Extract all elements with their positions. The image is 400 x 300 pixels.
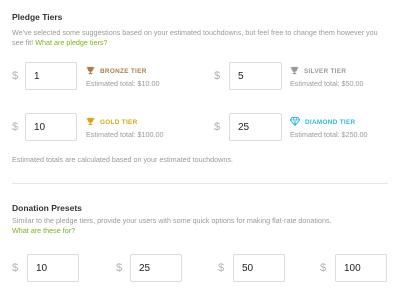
- estimate-label: Estimated total:: [86, 79, 136, 88]
- estimate-value: $50.00: [341, 79, 364, 88]
- estimate-value: $250.00: [341, 130, 368, 139]
- currency-symbol: $: [214, 70, 221, 82]
- gold-tier-estimate: Estimated total: $100.00: [86, 130, 164, 139]
- diamond-tier-label: DIAMOND TIER: [289, 117, 356, 128]
- trophy-icon: [86, 66, 95, 77]
- pledge-tiers-help-link[interactable]: What are pledge tiers?: [35, 38, 107, 47]
- currency-symbol: $: [218, 262, 225, 274]
- currency-symbol: $: [116, 262, 123, 274]
- section-divider: [12, 183, 388, 184]
- silver-tier-label: SILVER TIER: [290, 66, 346, 77]
- currency-symbol: $: [12, 70, 19, 82]
- estimate-label: Estimated total:: [290, 130, 340, 139]
- bronze-tier-estimate: Estimated total: $10.00: [86, 79, 160, 88]
- pledge-tiers-title: Pledge Tiers: [12, 12, 63, 22]
- currency-symbol: $: [12, 262, 19, 274]
- donation-preset-4-input[interactable]: [335, 254, 387, 282]
- donation-presets-help-link[interactable]: What are these for?: [12, 226, 75, 235]
- estimate-value: $100.00: [137, 130, 164, 139]
- estimate-value: $10.00: [137, 79, 160, 88]
- estimate-label: Estimated total:: [86, 130, 136, 139]
- donation-preset-2-input[interactable]: [130, 254, 182, 282]
- bronze-tier-amount-input[interactable]: [25, 62, 77, 90]
- trophy-icon: [290, 66, 299, 77]
- diamond-tier-name: DIAMOND TIER: [305, 119, 356, 126]
- donation-presets-title: Donation Presets: [12, 203, 82, 213]
- trophy-icon: [86, 117, 95, 128]
- diamond-tier-amount-input[interactable]: [229, 113, 282, 141]
- donation-presets-description: Similar to the pledge tiers, provide you…: [12, 216, 390, 236]
- donation-presets-description-text: Similar to the pledge tiers, provide you…: [12, 216, 332, 225]
- gold-tier-name: GOLD TIER: [100, 119, 138, 126]
- currency-symbol: $: [320, 262, 327, 274]
- diamond-icon: [289, 117, 301, 128]
- currency-symbol: $: [214, 121, 221, 133]
- pledge-tiers-footnote: Estimated totals are calculated based on…: [12, 155, 233, 164]
- donation-preset-3-input[interactable]: [233, 254, 285, 282]
- pledge-tiers-description: We've selected some suggestions based on…: [12, 28, 390, 48]
- diamond-tier-estimate: Estimated total: $250.00: [290, 130, 368, 139]
- gold-tier-amount-input[interactable]: [25, 113, 77, 141]
- bronze-tier-label: BRONZE TIER: [86, 66, 147, 77]
- silver-tier-name: SILVER TIER: [304, 68, 347, 75]
- silver-tier-estimate: Estimated total: $50.00: [290, 79, 364, 88]
- donation-preset-1-input[interactable]: [27, 254, 79, 282]
- currency-symbol: $: [12, 121, 19, 133]
- gold-tier-label: GOLD TIER: [86, 117, 138, 128]
- bronze-tier-name: BRONZE TIER: [100, 68, 147, 75]
- silver-tier-amount-input[interactable]: [229, 62, 282, 90]
- estimate-label: Estimated total:: [290, 79, 340, 88]
